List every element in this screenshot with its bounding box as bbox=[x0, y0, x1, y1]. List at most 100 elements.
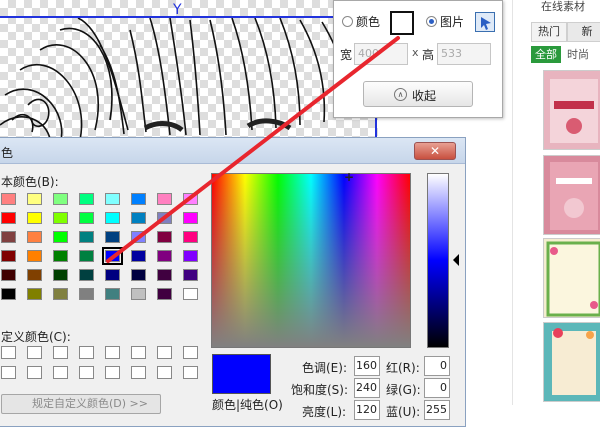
basic-color-swatch[interactable] bbox=[105, 212, 120, 224]
basic-color-swatch[interactable] bbox=[131, 231, 146, 243]
basic-color-swatch[interactable] bbox=[157, 250, 172, 262]
red-field[interactable]: 0 bbox=[424, 356, 450, 376]
width-field[interactable]: 400 bbox=[354, 43, 408, 65]
custom-color-swatch[interactable] bbox=[53, 346, 68, 359]
basic-color-swatch[interactable] bbox=[105, 288, 120, 300]
basic-color-swatch[interactable] bbox=[79, 269, 94, 281]
close-button[interactable]: ✕ bbox=[414, 142, 456, 160]
luminance-slider[interactable] bbox=[427, 173, 449, 348]
dialog-titlebar[interactable]: 色 ✕ bbox=[0, 138, 465, 164]
basic-color-swatch[interactable] bbox=[79, 231, 94, 243]
basic-color-swatch[interactable] bbox=[53, 250, 68, 262]
basic-color-swatch[interactable] bbox=[1, 269, 16, 281]
basic-color-swatch[interactable] bbox=[102, 247, 123, 265]
custom-color-swatch[interactable] bbox=[53, 366, 68, 379]
custom-color-swatch[interactable] bbox=[27, 366, 42, 379]
basic-color-swatch[interactable] bbox=[27, 231, 42, 243]
filter-all[interactable]: 全部 bbox=[531, 46, 561, 63]
height-field[interactable]: 533 bbox=[437, 43, 491, 65]
basic-color-swatch[interactable] bbox=[183, 212, 198, 224]
basic-color-swatch[interactable] bbox=[27, 288, 42, 300]
basic-color-swatch[interactable] bbox=[79, 288, 94, 300]
basic-color-swatch[interactable] bbox=[157, 288, 172, 300]
tab-hot[interactable]: 热门 bbox=[531, 22, 567, 42]
luminance-arrow-icon[interactable] bbox=[453, 254, 459, 266]
basic-color-swatch[interactable] bbox=[27, 250, 42, 262]
material-thumbnail[interactable] bbox=[543, 155, 600, 235]
basic-color-swatch[interactable] bbox=[131, 269, 146, 281]
image-radio[interactable] bbox=[426, 16, 437, 27]
basic-color-swatch[interactable] bbox=[105, 269, 120, 281]
material-thumbnail[interactable] bbox=[543, 70, 600, 150]
custom-color-swatch[interactable] bbox=[79, 346, 94, 359]
custom-color-swatch[interactable] bbox=[131, 366, 146, 379]
basic-color-swatch[interactable] bbox=[183, 269, 198, 281]
hue-field[interactable]: 160 bbox=[354, 356, 380, 376]
chevron-up-icon: ∧ bbox=[394, 88, 407, 101]
custom-color-swatch[interactable] bbox=[183, 366, 198, 379]
green-field[interactable]: 0 bbox=[424, 378, 450, 398]
basic-color-swatch[interactable] bbox=[53, 269, 68, 281]
custom-color-swatch[interactable] bbox=[105, 346, 120, 359]
basic-color-swatch[interactable] bbox=[105, 193, 120, 205]
image-picker-button[interactable] bbox=[475, 12, 495, 32]
basic-color-swatch[interactable] bbox=[183, 250, 198, 262]
basic-color-swatch[interactable] bbox=[27, 269, 42, 281]
cursor-arrow-icon bbox=[481, 17, 491, 30]
tab-new[interactable]: 新 bbox=[567, 22, 600, 42]
basic-color-swatch[interactable] bbox=[79, 193, 94, 205]
basic-color-swatch[interactable] bbox=[1, 250, 16, 262]
basic-color-swatch[interactable] bbox=[79, 212, 94, 224]
basic-color-swatch[interactable] bbox=[1, 193, 16, 205]
basic-color-swatch[interactable] bbox=[183, 231, 198, 243]
basic-color-swatch[interactable] bbox=[131, 212, 146, 224]
filter-fashion[interactable]: 时尚 bbox=[567, 46, 589, 63]
luminance-label: 亮度(L): bbox=[302, 405, 347, 419]
luminance-field[interactable]: 120 bbox=[354, 400, 380, 420]
custom-color-swatch[interactable] bbox=[157, 366, 172, 379]
color-spectrum[interactable]: + bbox=[211, 171, 411, 348]
collapse-button[interactable]: ∧ 收起 bbox=[363, 81, 473, 107]
dialog-title: 色 bbox=[1, 146, 14, 160]
basic-color-swatch[interactable] bbox=[183, 288, 198, 300]
custom-colors-grid bbox=[1, 346, 201, 379]
background-color-swatch[interactable] bbox=[390, 11, 414, 35]
basic-color-swatch[interactable] bbox=[105, 231, 120, 243]
basic-color-swatch[interactable] bbox=[53, 193, 68, 205]
saturation-field[interactable]: 240 bbox=[354, 378, 380, 398]
basic-color-swatch[interactable] bbox=[131, 250, 146, 262]
custom-color-swatch[interactable] bbox=[131, 346, 146, 359]
basic-color-swatch[interactable] bbox=[27, 193, 42, 205]
basic-colors-grid bbox=[1, 193, 201, 300]
custom-color-swatch[interactable] bbox=[157, 346, 172, 359]
material-thumbnail[interactable] bbox=[543, 322, 600, 402]
basic-color-swatch[interactable] bbox=[27, 212, 42, 224]
basic-color-swatch[interactable] bbox=[131, 288, 146, 300]
basic-color-swatch[interactable] bbox=[53, 288, 68, 300]
custom-color-swatch[interactable] bbox=[183, 346, 198, 359]
basic-color-swatch[interactable] bbox=[53, 231, 68, 243]
basic-color-swatch[interactable] bbox=[157, 231, 172, 243]
panel-title: 在线素材 bbox=[541, 0, 585, 13]
custom-color-swatch[interactable] bbox=[1, 346, 16, 359]
custom-color-swatch[interactable] bbox=[105, 366, 120, 379]
basic-color-swatch[interactable] bbox=[157, 269, 172, 281]
material-thumbnail[interactable] bbox=[543, 238, 600, 318]
basic-color-swatch[interactable] bbox=[79, 250, 94, 262]
blue-field[interactable]: 255 bbox=[424, 400, 450, 420]
basic-color-swatch[interactable] bbox=[157, 193, 172, 205]
basic-color-swatch[interactable] bbox=[131, 193, 146, 205]
basic-color-swatch[interactable] bbox=[1, 212, 16, 224]
custom-color-swatch[interactable] bbox=[1, 366, 16, 379]
basic-color-swatch[interactable] bbox=[1, 231, 16, 243]
basic-color-swatch[interactable] bbox=[53, 212, 68, 224]
basic-color-swatch[interactable] bbox=[1, 288, 16, 300]
define-custom-colors-button[interactable]: 规定自定义颜色(D) >> bbox=[1, 394, 161, 414]
custom-color-swatch[interactable] bbox=[27, 346, 42, 359]
custom-color-swatch[interactable] bbox=[79, 366, 94, 379]
basic-colors-label: 本颜色(B): bbox=[1, 175, 59, 189]
color-radio[interactable] bbox=[342, 16, 353, 27]
basic-color-swatch[interactable] bbox=[157, 212, 172, 224]
red-label: 红(R): bbox=[386, 361, 420, 375]
basic-color-swatch[interactable] bbox=[183, 193, 198, 205]
